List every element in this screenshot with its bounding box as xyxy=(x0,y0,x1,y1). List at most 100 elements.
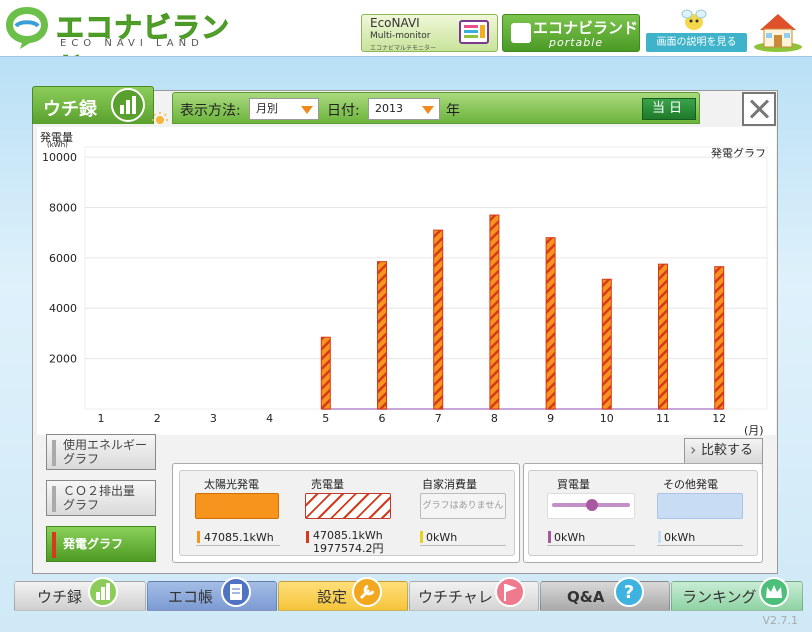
generation-graph-label: 発電グラフ xyxy=(63,537,124,551)
solar-underline xyxy=(196,545,280,546)
co2-label-line2: グラフ xyxy=(63,498,100,512)
phone-icon xyxy=(511,23,531,43)
speech-bubble-logo-icon xyxy=(6,7,48,49)
multi-monitor-caption: エコナビマルチモニター xyxy=(370,45,437,52)
self-consumption-value: 0kWh xyxy=(426,531,458,544)
self-consumption-marker xyxy=(420,531,423,543)
generation-graph-button[interactable]: 発電グラフ xyxy=(46,526,156,562)
purchase-legend-inner: 買電量 0kWh その他発電 0kWh xyxy=(528,470,758,556)
header: エコナビランド ECO NAVI LAND EcoNAVI Multi-moni… xyxy=(0,0,812,85)
generation-chart: 発電量 (kWh) 発電グラフ (月) 2000 4000 6000 8000 1000… xyxy=(37,127,776,437)
close-button[interactable] xyxy=(742,92,776,126)
other-generation-marker xyxy=(658,531,661,543)
chart-canvas: 2000400060008000100001 2 3 4 5 6 7 8 9 10 11 12 xyxy=(42,146,768,425)
generation-legend: 太陽光発電 47085.1kWh 売電量 47085.1kWh 1977574.… xyxy=(172,463,520,563)
notebook-icon xyxy=(221,577,251,607)
generation-legend-inner: 太陽光発電 47085.1kWh 売電量 47085.1kWh 1977574.… xyxy=(179,470,515,556)
x-tick-label: 7 xyxy=(435,412,442,425)
svg-text:?: ? xyxy=(624,582,634,603)
buy-knob xyxy=(586,499,598,511)
display-method-select[interactable]: 月別 xyxy=(249,98,319,120)
bar-chart-icon xyxy=(88,577,118,607)
home-icon[interactable] xyxy=(752,10,804,52)
x-tick-label: 3 xyxy=(210,412,217,425)
year-suffix: 年 xyxy=(446,103,460,119)
y-tick-label: 6000 xyxy=(49,252,77,265)
x-tick-label: 10 xyxy=(600,412,614,425)
bar-month-11 xyxy=(658,263,668,410)
date-label: 日付: xyxy=(327,103,360,119)
co2-emission-graph-button[interactable]: ＣＯ２排出量 グラフ xyxy=(46,480,156,516)
nav-qa[interactable]: Q&A ? xyxy=(540,577,670,611)
energy-usage-label-line1: 使用エネルギー xyxy=(63,438,148,452)
x-tick-label: 6 xyxy=(379,412,386,425)
multi-monitor-title: EcoNAVI xyxy=(370,16,420,30)
sell-value: 47085.1kWh xyxy=(313,529,383,542)
logo-subtext: ECO NAVI LAND xyxy=(60,38,204,49)
sun-icon xyxy=(152,112,168,124)
toolbar: 表示方法: 月別 日付: 2013 年 当日 xyxy=(172,92,700,124)
nav-settei-label: 設定 xyxy=(317,588,348,606)
screen-help-button[interactable]: 画面の説明を見る xyxy=(646,33,747,52)
other-generation-swatch xyxy=(657,493,743,519)
portable-subtitle: portable xyxy=(549,36,604,49)
y-tick-label: 8000 xyxy=(49,201,77,214)
uchiroku-tab-label: ウチ録 xyxy=(43,99,97,120)
eco-navi-land-logo: エコナビランド ECO NAVI LAND xyxy=(4,4,254,85)
bar-month-6 xyxy=(377,261,387,410)
nav-uchichare-label: ウチチャレ xyxy=(418,588,493,606)
version-label: V2.7.1 xyxy=(762,614,798,627)
uchiroku-tab[interactable]: ウチ録 xyxy=(32,86,154,124)
solar-value: 47085.1kWh xyxy=(204,531,274,544)
chevron-down-icon xyxy=(301,106,313,114)
question-icon: ? xyxy=(614,577,644,607)
bar-month-5 xyxy=(320,336,331,410)
nav-ecocho-label: エコ帳 xyxy=(168,588,214,606)
nav-uchichare[interactable]: ウチチャレ xyxy=(409,577,539,611)
co2-label-line1: ＣＯ２排出量 xyxy=(63,484,136,498)
x-tick-label: 9 xyxy=(547,412,554,425)
compare-button[interactable]: 比較する xyxy=(684,438,763,464)
nav-uchiroku[interactable]: ウチ録 xyxy=(14,577,146,611)
x-tick-label: 12 xyxy=(712,412,726,425)
nav-settei[interactable]: 設定 xyxy=(278,577,408,611)
eco-navi-land-portable-button[interactable]: エコナビランド portable xyxy=(502,14,640,52)
sell-swatch xyxy=(305,493,391,519)
display-method-value: 月別 xyxy=(256,102,278,115)
x-tick-label: 8 xyxy=(491,412,498,425)
bar-month-7 xyxy=(433,229,444,410)
today-button[interactable]: 当日 xyxy=(642,98,696,120)
nav-ranking[interactable]: ランキング xyxy=(671,577,803,611)
buy-underline xyxy=(547,545,635,546)
buy-swatch xyxy=(547,493,635,519)
display-method-label: 表示方法: xyxy=(180,103,241,119)
self-consumption-underline xyxy=(420,545,506,546)
x-tick-label: 4 xyxy=(266,412,273,425)
bar-month-12 xyxy=(714,266,725,410)
nav-uchiroku-label: ウチ録 xyxy=(37,588,83,606)
y-tick-label: 4000 xyxy=(49,302,77,315)
x-tick-label: 11 xyxy=(656,412,670,425)
nav-ecocho[interactable]: エコ帳 xyxy=(147,577,277,611)
year-value: 2013 xyxy=(375,102,403,115)
econavi-multi-monitor-button[interactable]: EcoNAVI Multi-monitor エコナビマルチモニター xyxy=(361,14,498,52)
other-generation-value: 0kWh xyxy=(664,531,696,544)
y-tick-label: 10000 xyxy=(42,151,77,164)
sell-title: 売電量 xyxy=(311,478,344,491)
bottom-navigation: ウチ録 エコ帳 設定 ウチチャレ Q&A ? ランキング xyxy=(14,577,804,611)
energy-usage-graph-button[interactable]: 使用エネルギー グラフ xyxy=(46,434,156,470)
x-tick-label: 1 xyxy=(98,412,105,425)
flag-icon xyxy=(495,577,525,607)
nav-ranking-label: ランキング xyxy=(682,588,757,606)
year-select[interactable]: 2013 xyxy=(368,98,440,120)
chevron-down-icon xyxy=(422,106,434,114)
solar-title: 太陽光発電 xyxy=(204,478,259,491)
purchase-legend: 買電量 0kWh その他発電 0kWh xyxy=(523,463,763,563)
bar-month-10 xyxy=(601,278,612,410)
buy-title: 買電量 xyxy=(557,478,590,491)
x-tick-label: 5 xyxy=(322,412,329,425)
bar-month-9 xyxy=(545,237,556,410)
self-consumption-swatch: グラフはありません xyxy=(420,493,506,519)
sell-marker xyxy=(306,531,309,543)
other-generation-title: その他発電 xyxy=(663,478,718,491)
